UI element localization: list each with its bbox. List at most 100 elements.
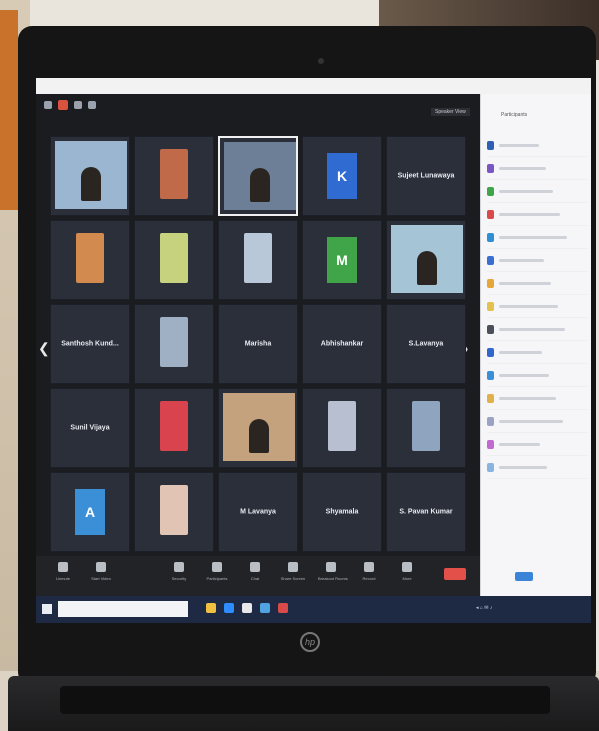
participant-tile[interactable] bbox=[386, 220, 466, 300]
participant-tile[interactable] bbox=[218, 136, 298, 216]
participant-row[interactable] bbox=[487, 341, 587, 364]
participant-tile[interactable] bbox=[134, 304, 214, 384]
view-toggle-button[interactable]: Speaker View bbox=[431, 108, 470, 116]
participant-row[interactable] bbox=[487, 318, 587, 341]
participant-tile[interactable]: Abhishankar bbox=[302, 304, 382, 384]
avatar bbox=[487, 393, 494, 403]
participant-tile[interactable]: S.Lavanya bbox=[386, 304, 466, 384]
profile-photo bbox=[76, 233, 104, 283]
participant-row[interactable] bbox=[487, 272, 587, 295]
participant-row[interactable] bbox=[487, 180, 587, 203]
participant-tile[interactable] bbox=[386, 388, 466, 468]
participant-row[interactable] bbox=[487, 134, 587, 157]
video-feed bbox=[55, 141, 127, 209]
participant-name-placeholder bbox=[499, 442, 540, 446]
person-silhouette bbox=[417, 251, 437, 285]
stop-icon[interactable] bbox=[88, 101, 96, 109]
participant-name-placeholder bbox=[499, 189, 553, 193]
video-feed bbox=[224, 142, 296, 210]
avatar bbox=[487, 347, 494, 357]
participant-row[interactable] bbox=[487, 249, 587, 272]
chat-button[interactable]: Chat bbox=[242, 562, 268, 581]
participants-button[interactable]: Participants bbox=[204, 562, 230, 581]
info-icon[interactable] bbox=[44, 101, 52, 109]
share-screen-button[interactable]: Share Screen bbox=[280, 562, 306, 581]
security-button[interactable]: Security bbox=[166, 562, 192, 581]
participant-tile[interactable]: Santhosh Kund... bbox=[50, 304, 130, 384]
participant-tile[interactable] bbox=[134, 220, 214, 300]
participant-tile[interactable] bbox=[218, 388, 298, 468]
participant-list bbox=[487, 134, 587, 479]
breakout-rooms-button[interactable]: Breakout Rooms bbox=[318, 562, 348, 581]
profile-photo bbox=[160, 149, 188, 199]
profile-photo bbox=[160, 401, 188, 451]
participant-row[interactable] bbox=[487, 387, 587, 410]
participant-name-placeholder bbox=[499, 143, 539, 147]
video-feed bbox=[391, 225, 463, 293]
microphone-icon bbox=[58, 562, 68, 572]
start-icon[interactable] bbox=[42, 604, 52, 614]
background-object bbox=[0, 10, 18, 210]
person-silhouette bbox=[81, 167, 101, 201]
participant-name-placeholder bbox=[499, 373, 549, 377]
participant-row[interactable] bbox=[487, 433, 587, 456]
edge-icon[interactable] bbox=[260, 603, 270, 613]
more-icon bbox=[402, 562, 412, 572]
participant-tile[interactable]: Shyamala bbox=[302, 472, 382, 552]
participant-row[interactable] bbox=[487, 456, 587, 479]
more-button[interactable]: More bbox=[394, 562, 420, 581]
laptop-screen: Speaker View ❮ ❯ KSujeet LunawayaMSantho… bbox=[36, 78, 591, 623]
participant-tile[interactable]: Marisha bbox=[218, 304, 298, 384]
video-gallery: K Sujeet Lunawaya M Santhosh Kund... Marisha… bbox=[50, 136, 470, 556]
participant-tile[interactable] bbox=[134, 136, 214, 216]
panel-title: Participants bbox=[501, 112, 528, 118]
profile-photo bbox=[160, 485, 188, 535]
profile-photo bbox=[160, 233, 188, 283]
letter-avatar: A bbox=[75, 489, 105, 535]
participant-row[interactable] bbox=[487, 410, 587, 433]
participant-row[interactable] bbox=[487, 226, 587, 249]
participant-tile[interactable]: S. Pavan Kumar bbox=[386, 472, 466, 552]
end-meeting-button[interactable] bbox=[444, 568, 466, 580]
avatar bbox=[487, 209, 494, 219]
participant-tile[interactable]: K bbox=[302, 136, 382, 216]
participant-row[interactable] bbox=[487, 295, 587, 318]
record-button[interactable]: Record bbox=[356, 562, 382, 581]
participant-tile[interactable] bbox=[302, 388, 382, 468]
avatar bbox=[487, 163, 494, 173]
profile-photo bbox=[328, 401, 356, 451]
zoom-app-icon[interactable] bbox=[224, 603, 234, 613]
participant-tile[interactable] bbox=[50, 220, 130, 300]
participant-tile[interactable] bbox=[134, 388, 214, 468]
laptop-hinge bbox=[60, 686, 550, 714]
participant-name: Sujeet Lunawaya bbox=[397, 172, 455, 180]
participant-name-placeholder bbox=[499, 258, 544, 262]
browser-icon[interactable] bbox=[242, 603, 252, 613]
avatar bbox=[487, 439, 494, 449]
webcam bbox=[318, 58, 324, 64]
start-video-button[interactable]: Start Video bbox=[88, 562, 114, 581]
folder-icon[interactable] bbox=[206, 603, 216, 613]
participant-tile[interactable] bbox=[50, 136, 130, 216]
prev-page-icon[interactable]: ❮ bbox=[38, 340, 50, 357]
participant-row[interactable] bbox=[487, 364, 587, 387]
participant-tile[interactable]: M bbox=[302, 220, 382, 300]
participant-row[interactable] bbox=[487, 157, 587, 180]
taskbar-search-input[interactable] bbox=[58, 601, 188, 617]
pause-icon[interactable] bbox=[74, 101, 82, 109]
participant-name-placeholder bbox=[499, 304, 558, 308]
participant-name: Marisha bbox=[244, 340, 272, 348]
participant-tile[interactable]: A bbox=[50, 472, 130, 552]
app-icon[interactable] bbox=[278, 603, 288, 613]
participant-tile[interactable] bbox=[134, 472, 214, 552]
participant-row[interactable] bbox=[487, 203, 587, 226]
toolbar-label: Security bbox=[171, 576, 187, 581]
participant-tile[interactable]: Sujeet Lunawaya bbox=[386, 136, 466, 216]
unmute-button[interactable]: Unmute bbox=[50, 562, 76, 581]
participant-tile[interactable]: M Lavanya bbox=[218, 472, 298, 552]
participant-name-placeholder bbox=[499, 396, 556, 400]
participant-tile[interactable]: Sunil Vijaya bbox=[50, 388, 130, 468]
invite-button[interactable] bbox=[515, 572, 533, 581]
participant-tile[interactable] bbox=[218, 220, 298, 300]
people-icon bbox=[212, 562, 222, 572]
